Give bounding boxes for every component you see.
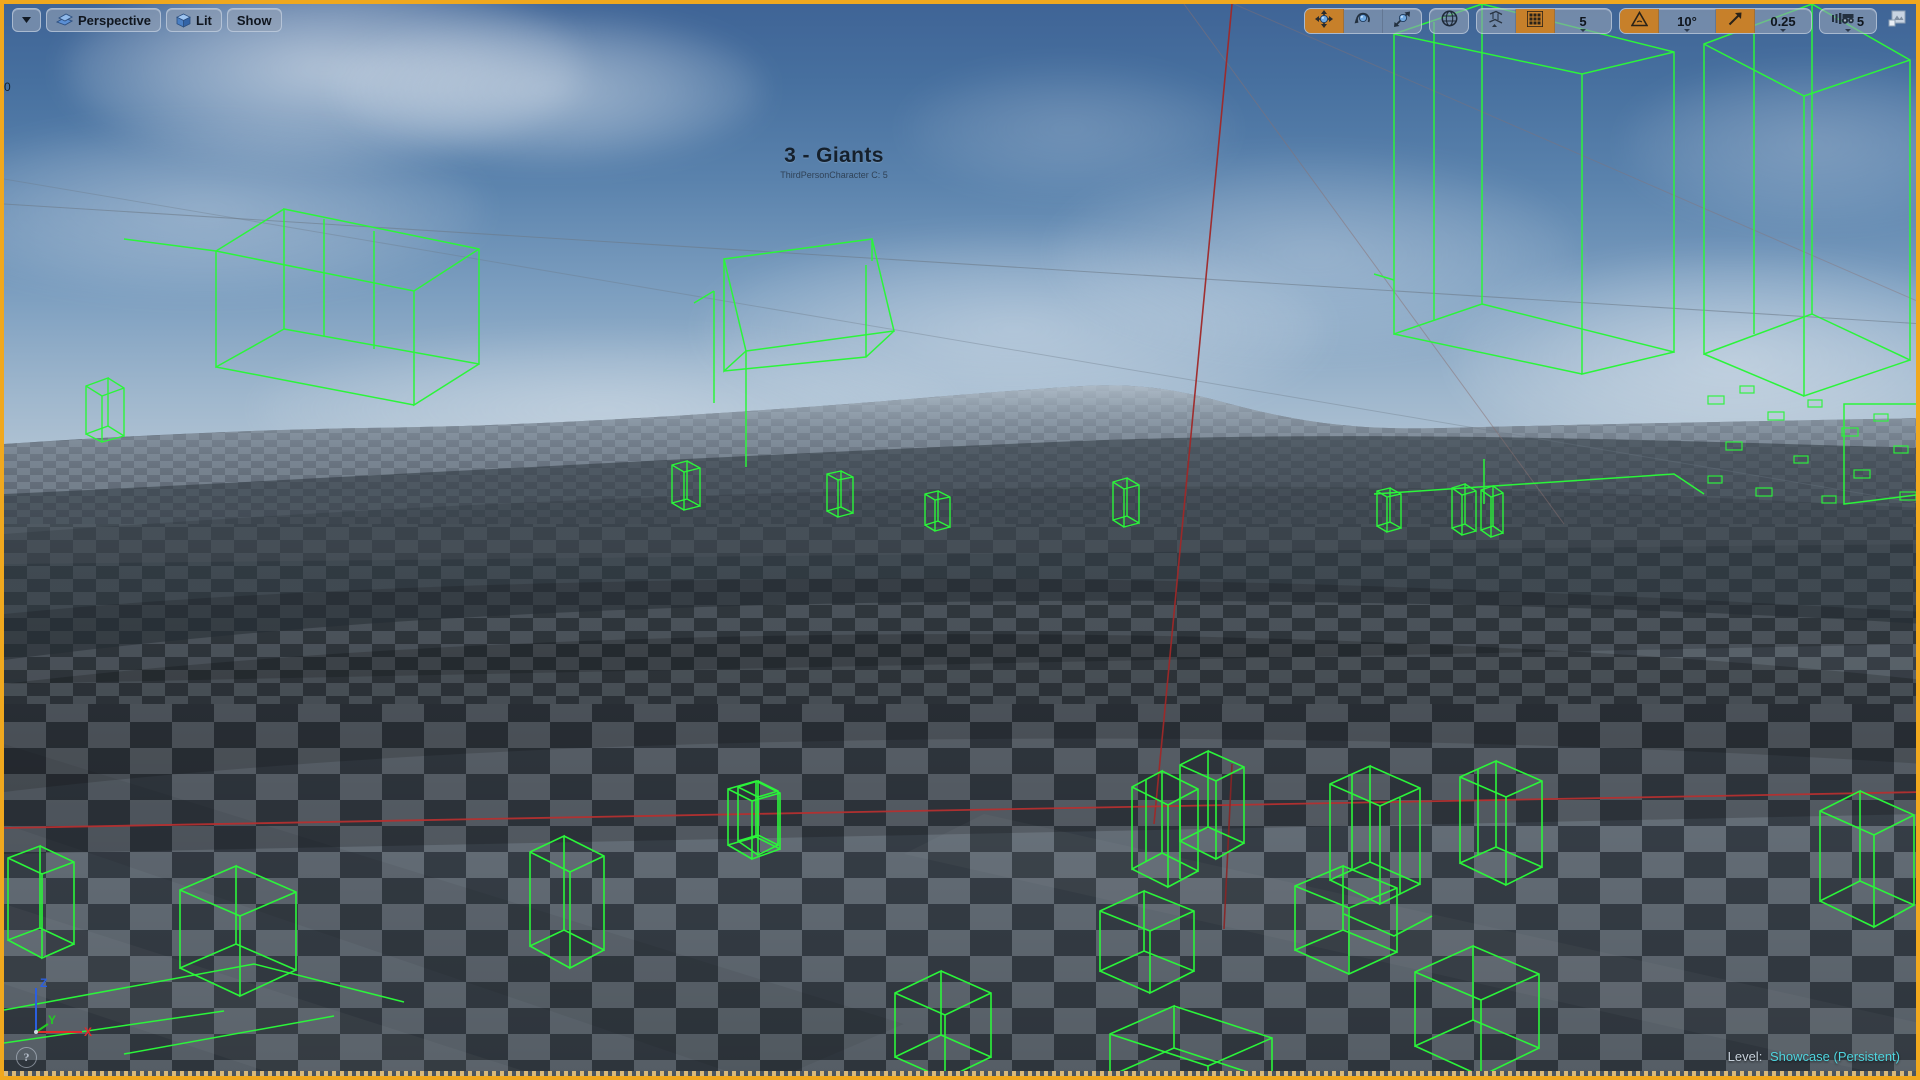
help-icon[interactable]: ? — [16, 1047, 37, 1068]
camera-speed-value: 5 — [1856, 13, 1865, 29]
surface-snap-icon — [1487, 10, 1505, 33]
grid-snap-toggle[interactable] — [1516, 9, 1555, 33]
world-space-toggle[interactable] — [1430, 9, 1468, 33]
maximize-viewport-button[interactable] — [1884, 9, 1910, 33]
landscape-terrain — [4, 384, 1916, 1076]
lit-cube-icon — [176, 13, 191, 28]
level-name[interactable]: Showcase (Persistent) — [1770, 1049, 1900, 1064]
view-mode-button[interactable]: Lit — [166, 8, 222, 32]
level-indicator: Level: Showcase (Persistent) — [1728, 1049, 1900, 1064]
scale-mode-button[interactable] — [1383, 9, 1421, 33]
rotation-size-dropdown[interactable]: 10° — [1659, 9, 1716, 33]
grid-size-dropdown[interactable]: 5 — [1555, 9, 1611, 33]
rotate-gizmo-icon — [1354, 10, 1372, 33]
chevron-down-icon — [1580, 29, 1586, 32]
angle-icon — [1630, 10, 1648, 32]
viewport-options-button[interactable] — [12, 8, 41, 32]
snapping-group[interactable]: 5 — [1476, 8, 1612, 34]
chevron-down-icon — [1845, 29, 1851, 32]
surface-snap-toggle[interactable] — [1477, 9, 1516, 33]
viewport-toolbar-left[interactable]: Perspective Lit Show — [12, 8, 282, 32]
rotation-size-value: 10° — [1677, 13, 1697, 29]
scale-gizmo-icon — [1393, 10, 1411, 33]
viewport-toolbar-right[interactable]: 5 10° 0.25 5 — [1304, 8, 1910, 34]
rotation-snap-toggle[interactable] — [1620, 9, 1659, 33]
move-gizmo-icon — [1315, 9, 1333, 33]
camera-speed-icon — [1831, 12, 1854, 31]
show-menu-button[interactable]: Show — [226, 8, 282, 32]
transform-mode-group[interactable] — [1304, 8, 1422, 34]
viewport-3d-scene[interactable]: 3 - Giants ThirdPersonCharacter C: 5 0 — [4, 4, 1916, 1076]
viewport-bottom-border — [4, 1071, 1916, 1076]
camera-mode-label: Perspective — [78, 12, 151, 28]
camera-speed-dropdown[interactable]: 5 — [1820, 9, 1876, 33]
level-label: Level: — [1727, 1049, 1763, 1064]
viewport-panel[interactable]: 3 - Giants ThirdPersonCharacter C: 5 0 P… — [0, 0, 1920, 1080]
chevron-down-icon — [1780, 29, 1786, 32]
scale-size-value: 0.25 — [1770, 13, 1796, 29]
camera-speed-group[interactable]: 5 — [1819, 8, 1877, 34]
camera-perspective-icon — [56, 13, 73, 27]
grid-size-value: 5 — [1579, 13, 1587, 29]
camera-mode-button[interactable]: Perspective — [46, 8, 161, 32]
rotation-snap-group[interactable]: 10° 0.25 — [1619, 8, 1812, 34]
scale-snap-arrow-icon — [1727, 11, 1743, 32]
coordinate-system-group[interactable] — [1429, 8, 1469, 34]
translate-mode-button[interactable] — [1305, 9, 1344, 33]
view-mode-label: Lit — [196, 12, 212, 28]
scale-snap-toggle[interactable] — [1716, 9, 1755, 33]
rotate-mode-button[interactable] — [1344, 9, 1383, 33]
grid-icon — [1526, 9, 1544, 32]
maximize-icon — [1888, 10, 1906, 33]
show-menu-label: Show — [236, 12, 272, 28]
scale-size-dropdown[interactable]: 0.25 — [1755, 9, 1811, 33]
globe-icon — [1441, 10, 1458, 32]
chevron-down-icon — [1684, 29, 1690, 32]
chevron-down-icon — [21, 16, 32, 24]
